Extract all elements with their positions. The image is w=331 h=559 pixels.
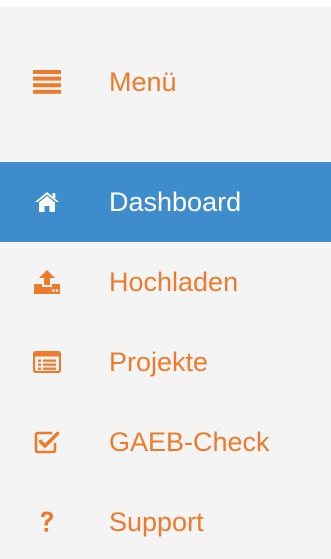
- sidebar-item-dashboard[interactable]: Dashboard: [0, 162, 331, 242]
- sidebar-item-hochladen[interactable]: Hochladen: [0, 242, 331, 322]
- sidebar-item-label: Support: [109, 507, 204, 537]
- sidebar-item-label: GAEB-Check: [109, 427, 270, 457]
- top-divider: [0, 0, 331, 7]
- sidebar-item-support[interactable]: Support: [0, 482, 331, 559]
- sidebar-item-label: Hochladen: [109, 267, 239, 297]
- sidebar-item-label: Projekte: [109, 347, 209, 377]
- menu-toggle[interactable]: Menü: [0, 42, 331, 122]
- sidebar-item-projekte[interactable]: Projekte: [0, 322, 331, 402]
- sidebar-item-gaeb-check[interactable]: GAEB-Check: [0, 402, 331, 482]
- list-icon: [32, 347, 62, 377]
- sidebar-navigation: Menü Dashboard Hochladen Projekte GAEB-C…: [0, 0, 331, 559]
- upload-icon: [32, 267, 62, 297]
- question-icon: [32, 507, 62, 537]
- menu-label: Menü: [109, 67, 177, 97]
- hamburger-icon: [32, 67, 62, 97]
- home-icon: [32, 187, 62, 217]
- checkbox-icon: [32, 427, 62, 457]
- sidebar-item-label: Dashboard: [109, 187, 242, 217]
